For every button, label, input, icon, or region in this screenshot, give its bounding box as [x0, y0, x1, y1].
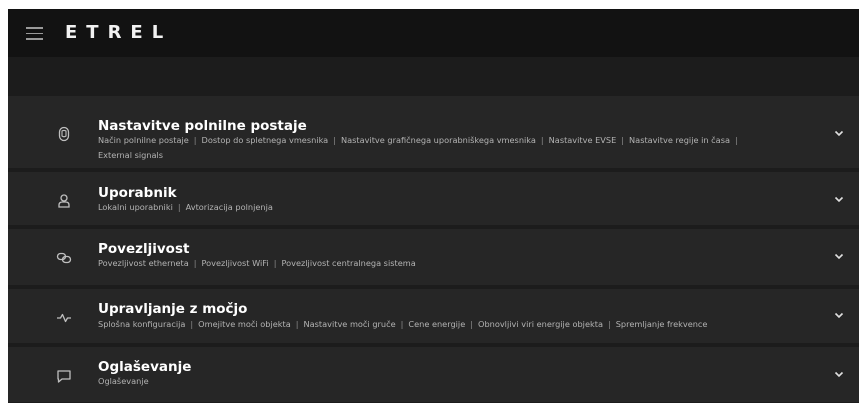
- section-title: Upravljanje z močjo: [98, 301, 248, 317]
- subitem-link[interactable]: Omejitve moči objekta: [198, 319, 291, 329]
- separator: |: [295, 319, 299, 329]
- section-title: Nastavitve polnilne postaje: [98, 118, 307, 134]
- separator: |: [193, 135, 197, 145]
- chevron-down-icon[interactable]: [833, 368, 845, 380]
- separator: |: [190, 319, 194, 329]
- power-wave-icon: [56, 310, 72, 326]
- separator: |: [540, 135, 544, 145]
- subitem-link[interactable]: Način polnilne postaje: [98, 135, 189, 145]
- section-title: Oglaševanje: [98, 359, 192, 375]
- subitem-link[interactable]: Oglaševanje: [98, 376, 149, 386]
- section-connectivity[interactable]: Povezljivost Povezljivost etherneta | Pove…: [8, 229, 859, 289]
- subitem-link[interactable]: Povezljivost WiFi: [202, 258, 269, 268]
- section-subitems: Način polnilne postaje | Dostop do spletne…: [98, 133, 791, 163]
- chevron-down-icon[interactable]: [833, 250, 845, 262]
- section-user[interactable]: Uporabnik Lokalni uporabniki | Avtorizacij…: [8, 172, 859, 229]
- subitem-link[interactable]: Spremljanje frekvence: [616, 319, 708, 329]
- separator: |: [400, 319, 404, 329]
- section-charging-station-settings[interactable]: Nastavitve polnilne postaje Način polnil…: [8, 96, 859, 172]
- subitem-link[interactable]: External signals: [98, 150, 163, 160]
- section-power-management[interactable]: Upravljanje z močjo Splošna konfiguracij…: [8, 289, 859, 347]
- separator: |: [273, 258, 277, 268]
- separator: |: [734, 135, 738, 145]
- section-subitems: Lokalni uporabniki | Avtorizacija polnjenj…: [98, 200, 791, 215]
- section-subitems: Splošna konfiguracija | Omejitve moči obje…: [98, 317, 791, 332]
- subitem-link[interactable]: Lokalni uporabniki: [98, 202, 173, 212]
- subitem-link[interactable]: Cene energije: [408, 319, 465, 329]
- message-icon: [56, 368, 72, 384]
- section-advertising[interactable]: Oglaševanje Oglaševanje: [8, 347, 859, 403]
- chevron-down-icon[interactable]: [833, 193, 845, 205]
- subitem-link[interactable]: Povezljivost etherneta: [98, 258, 189, 268]
- subitem-link[interactable]: Splošna konfiguracija: [98, 319, 185, 329]
- subitem-link[interactable]: Dostop do spletnega vmesnika: [202, 135, 329, 145]
- chevron-down-icon[interactable]: [833, 127, 845, 139]
- app-window: ETREL Nastavitve polnilne postaje Način …: [8, 9, 859, 403]
- subitem-link[interactable]: Nastavitve moči gruče: [304, 319, 396, 329]
- subitem-link[interactable]: Avtorizacija polnjenja: [186, 202, 273, 212]
- section-title: Uporabnik: [98, 185, 177, 201]
- subitem-link[interactable]: Obnovljivi viri energije objekta: [478, 319, 603, 329]
- user-icon: [56, 193, 72, 209]
- top-bar: ETREL: [8, 9, 859, 57]
- settings-section-list: Nastavitve polnilne postaje Način polnil…: [8, 96, 859, 403]
- separator: |: [621, 135, 625, 145]
- link-icon: [56, 250, 72, 266]
- etrel-logo[interactable]: ETREL: [65, 22, 172, 43]
- section-title: Povezljivost: [98, 241, 190, 257]
- subitem-link[interactable]: Nastavitve grafičnega uporabniškega vmes…: [341, 135, 536, 145]
- subitem-link[interactable]: Nastavitve regije in časa: [629, 135, 730, 145]
- section-subitems: Povezljivost etherneta | Povezljivost WiFi…: [98, 256, 791, 271]
- separator: |: [607, 319, 611, 329]
- section-subitems: Oglaševanje: [98, 374, 791, 389]
- separator: |: [333, 135, 336, 145]
- charging-station-icon: [56, 126, 72, 142]
- separator: |: [470, 319, 473, 329]
- subitem-link[interactable]: Nastavitve EVSE: [549, 135, 617, 145]
- separator: |: [193, 258, 197, 268]
- subitem-link[interactable]: Povezljivost centralnega sistema: [281, 258, 415, 268]
- chevron-down-icon[interactable]: [833, 309, 845, 321]
- hamburger-menu-icon[interactable]: [26, 27, 43, 40]
- separator: |: [177, 202, 181, 212]
